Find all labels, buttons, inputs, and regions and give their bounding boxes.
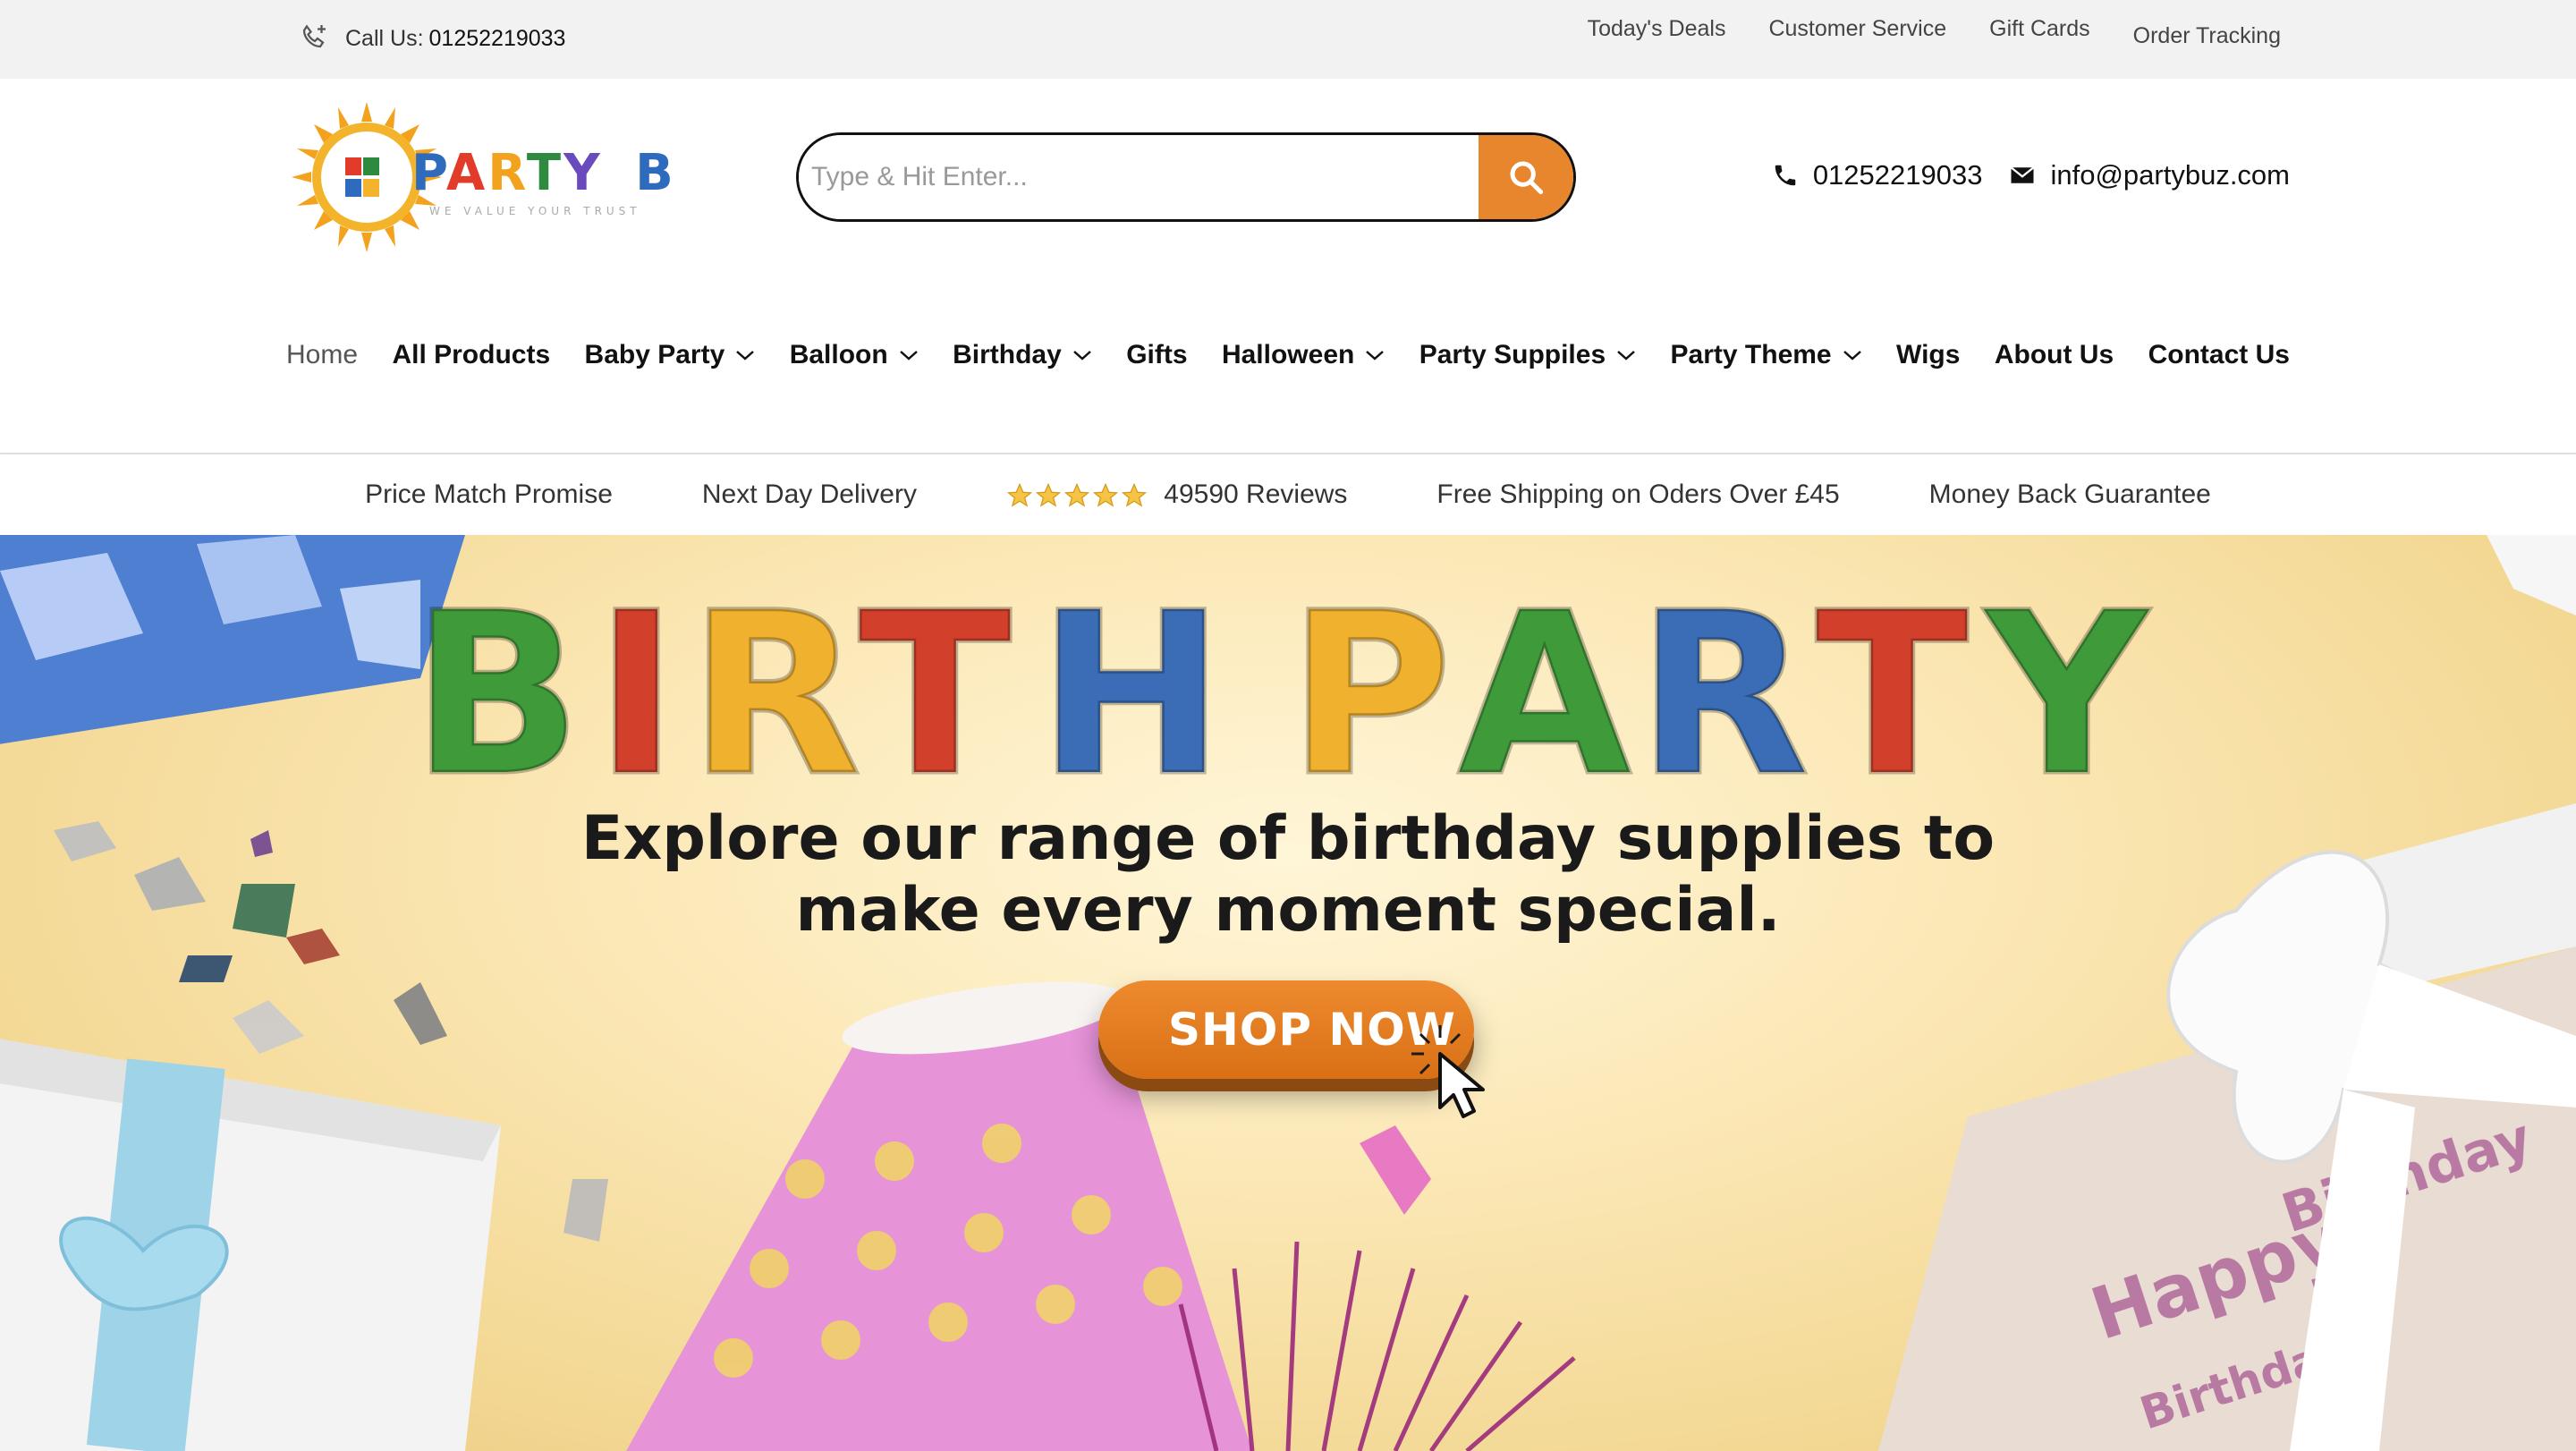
headline-letter: R (689, 571, 861, 785)
star-icon (1121, 482, 1148, 507)
chevron-down-icon (1843, 351, 1861, 361)
nav-label: About Us (1994, 340, 2114, 369)
call-label: Call Us: (345, 25, 424, 51)
chevron-down-icon (736, 351, 755, 361)
nav-item-home[interactable]: Home (286, 340, 358, 370)
chevron-down-icon (1617, 351, 1635, 361)
top-utility-bar: Call Us: 01252219033 Today's Deals Custo… (0, 0, 2576, 79)
nav-item-party-supplies[interactable]: Party Suppiles (1419, 340, 1636, 370)
nav-label: Birthday (953, 340, 1062, 369)
hero-banner[interactable]: Happy Birthday Birthday B I R T H P A R … (0, 535, 2576, 1451)
nav-item-baby-party[interactable]: Baby Party (585, 340, 756, 370)
nav-label: Halloween (1221, 340, 1355, 369)
todays-deals-link[interactable]: Today's Deals (1588, 16, 1726, 49)
hero-subtitle-line-1: Explore our range of birthday supplies t… (580, 803, 1996, 874)
price-match-promise: Price Match Promise (365, 479, 613, 509)
svg-text:PARTY BUZ: PARTY BUZ (411, 144, 671, 202)
search-bar (796, 132, 1576, 222)
nav-label: Party Theme (1670, 340, 1832, 369)
cursor-click-icon (1411, 1025, 1485, 1118)
nav-item-wigs[interactable]: Wigs (1896, 340, 1960, 370)
nav-item-contact-us[interactable]: Contact Us (2148, 340, 2290, 370)
nav-item-about-us[interactable]: About Us (1995, 340, 2114, 370)
partybuz-logo[interactable]: PARTY BUZ WE VALUE YOUR TRUST (286, 97, 671, 258)
nav-label: Wigs (1896, 340, 1961, 369)
nav-label: Party Suppiles (1419, 340, 1606, 369)
gift-cards-link[interactable]: Gift Cards (1989, 16, 2090, 49)
birth-party-headline: B I R T H P A R T Y (410, 571, 2153, 785)
reviews-count: 49590 Reviews (1164, 479, 1348, 509)
headline-letter: B (411, 571, 582, 785)
call-us[interactable]: Call Us: 01252219033 (299, 20, 565, 57)
nav-label: All Products (392, 340, 551, 369)
chevron-down-icon (1366, 351, 1385, 361)
nav-label: Balloon (789, 340, 888, 369)
main-nav: Home All Products Baby Party Balloon Bir… (286, 340, 2290, 370)
top-links: Today's Deals Customer Service Gift Card… (1588, 16, 2281, 49)
header-contact: 01252219033 info@partybuz.com (1772, 159, 2290, 191)
headline-letter: H (1038, 571, 1224, 785)
site-header: PARTY BUZ WE VALUE YOUR TRUST 0125221903… (0, 79, 2576, 293)
headline-letter: P (1288, 571, 1452, 785)
nav-item-gifts[interactable]: Gifts (1126, 340, 1187, 370)
nav-label: Gifts (1126, 340, 1188, 369)
star-icon (1092, 482, 1119, 507)
nav-item-balloon[interactable]: Balloon (790, 340, 919, 370)
header-email-address: info@partybuz.com (2050, 159, 2290, 191)
headline-letter: Y (1983, 571, 2150, 785)
call-number: 01252219033 (428, 25, 566, 51)
nav-label: Contact Us (2148, 340, 2290, 369)
next-day-delivery: Next Day Delivery (701, 479, 917, 509)
chevron-down-icon (899, 351, 918, 361)
nav-item-halloween[interactable]: Halloween (1222, 340, 1385, 370)
headline-letter: T (859, 571, 1012, 785)
search-button[interactable] (1479, 135, 1573, 219)
nav-item-birthday[interactable]: Birthday (953, 340, 1092, 370)
nav-label: Baby Party (584, 340, 725, 369)
search-input[interactable] (799, 135, 1479, 219)
star-icon (1063, 482, 1090, 507)
header-email[interactable]: info@partybuz.com (2009, 159, 2290, 191)
promise-bar: Price Match Promise Next Day Delivery 49… (0, 454, 2576, 535)
headline-letter: A (1458, 571, 1631, 785)
star-icon (1035, 482, 1062, 507)
order-tracking-link[interactable]: Order Tracking (2133, 23, 2281, 49)
hero-subtitle-line-2: make every moment special. (795, 875, 1781, 946)
header-phone[interactable]: 01252219033 (1772, 159, 1983, 191)
hero-subtitle: Explore our range of birthday supplies t… (0, 803, 2576, 946)
customer-service-link[interactable]: Customer Service (1768, 16, 1946, 49)
envelope-icon (2011, 166, 2035, 183)
headline-letter: I (595, 571, 678, 785)
header-phone-number: 01252219033 (1812, 159, 1983, 191)
nav-item-party-theme[interactable]: Party Theme (1671, 340, 1862, 370)
phone-icon (1775, 165, 1796, 186)
star-icon (1006, 482, 1033, 507)
money-back-guarantee: Money Back Guarantee (1928, 479, 2211, 509)
rating-stars (1006, 482, 1148, 509)
svg-text:WE VALUE YOUR TRUST: WE VALUE YOUR TRUST (429, 205, 641, 217)
nav-label: Home (286, 340, 359, 369)
chevron-down-icon (1072, 351, 1091, 361)
search-icon (1510, 161, 1544, 195)
free-shipping: Free Shipping on Oders Over £45 (1436, 479, 1840, 509)
reviews-summary[interactable]: 49590 Reviews (1006, 479, 1347, 510)
headline-letter: R (1637, 571, 1809, 785)
nav-item-all-products[interactable]: All Products (392, 340, 550, 370)
headline-letter: T (1816, 571, 1969, 785)
phone-call-icon (302, 24, 326, 48)
